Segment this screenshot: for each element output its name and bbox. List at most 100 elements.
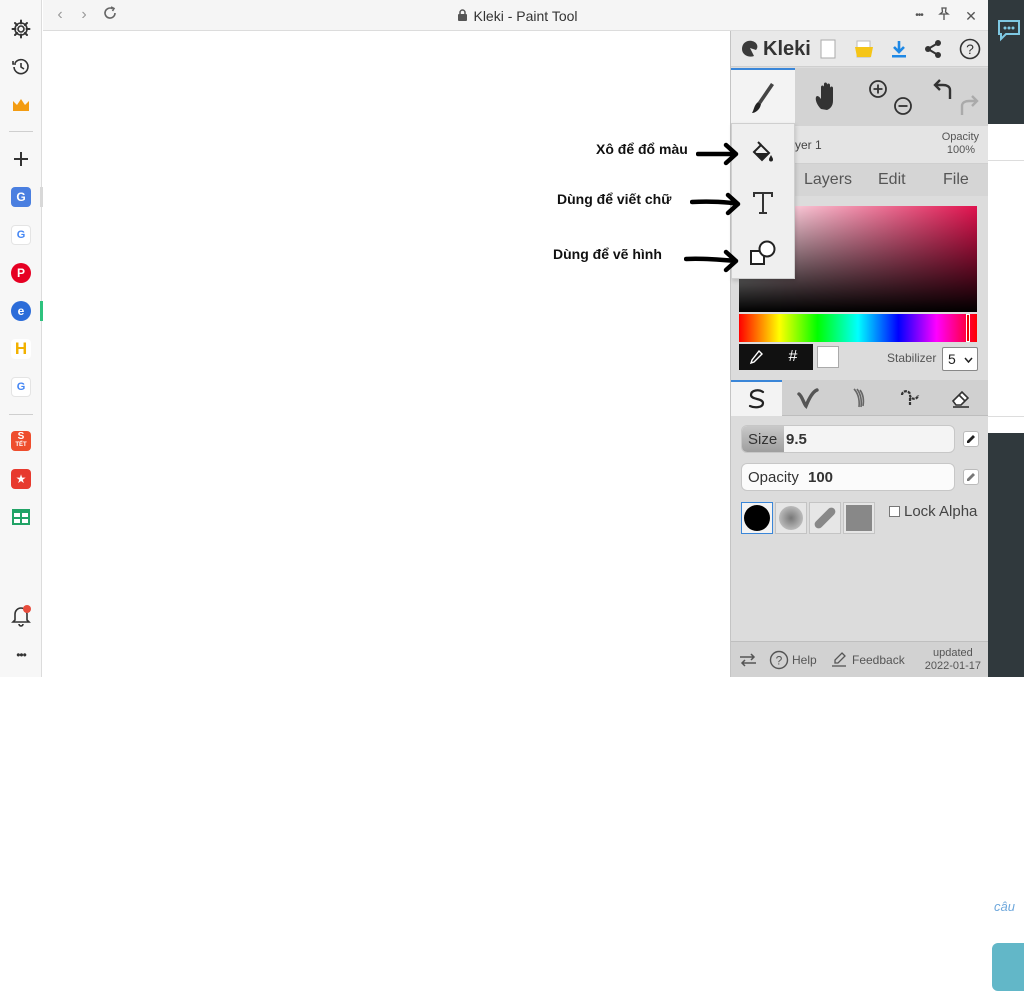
brush-type-tabs	[731, 380, 989, 416]
pen-brush-tab[interactable]	[731, 380, 782, 416]
pixel-brush-tab[interactable]	[884, 380, 935, 416]
sidebar-favicon-google-2[interactable]: G	[9, 375, 33, 399]
sidebar-favicon-google-translate[interactable]: G	[9, 185, 33, 209]
sidebar-favicon-shopee-tet[interactable]: S TẾT	[9, 429, 33, 453]
notifications-bell-icon[interactable]	[9, 604, 33, 628]
lock-icon	[458, 9, 468, 21]
paint-bucket-icon	[752, 141, 773, 162]
secondary-color-swatch[interactable]	[817, 346, 839, 368]
brush-shape-soft[interactable]	[775, 502, 807, 534]
sidebar-favicon-coc-coc[interactable]: e	[9, 299, 33, 323]
soft-shape-icon	[779, 506, 803, 530]
crown-icon[interactable]	[9, 93, 33, 117]
background-button[interactable]	[992, 943, 1024, 991]
tab-file[interactable]: File	[943, 171, 969, 189]
annotation-arrow-text	[690, 192, 741, 216]
shopee-tet-icon: S TẾT	[11, 431, 31, 451]
browser-sidebar: G G P e H G S TẾT ★ •••	[0, 0, 43, 677]
hue-slider[interactable]	[739, 314, 977, 342]
annotation-arrow-fill	[696, 142, 739, 166]
download-icon[interactable]	[886, 36, 912, 62]
pen-brush-icon	[748, 389, 764, 409]
square-shape-icon	[846, 505, 872, 531]
annotation-text: Dùng để viết chữ	[557, 191, 672, 207]
brush-size-value: 9.5	[786, 431, 807, 448]
sketchy-brush-tab[interactable]	[833, 380, 884, 416]
page-title-text: Kleki - Paint Tool	[473, 7, 578, 24]
new-image-icon[interactable]	[815, 36, 841, 62]
close-icon[interactable]: ✕	[961, 6, 981, 26]
sidebar-favicon-h-app[interactable]: H	[9, 337, 33, 361]
zoom-out-icon[interactable]	[894, 97, 912, 115]
feedback-icon	[832, 652, 846, 667]
opacity-pressure-toggle[interactable]	[963, 469, 979, 485]
tab-edit[interactable]: Edit	[878, 171, 906, 189]
hand-icon	[815, 82, 833, 110]
shopee-sale-icon: ★	[11, 469, 31, 489]
shopee-sub: TẾT	[15, 442, 27, 448]
help-circle-icon: ?	[769, 650, 789, 670]
add-icon[interactable]	[9, 147, 33, 171]
help-icon[interactable]: ?	[957, 36, 983, 62]
eraser-tab[interactable]	[935, 380, 986, 416]
brush-opacity-slider[interactable]: Opacity 100	[741, 463, 955, 491]
google-icon: G	[11, 377, 31, 397]
sidebar-favicon-google[interactable]: G	[9, 223, 33, 247]
lock-alpha-label: Lock Alpha	[904, 503, 978, 520]
svg-text:?: ?	[966, 41, 974, 57]
swap-side-icon[interactable]	[739, 642, 757, 678]
open-image-icon[interactable]	[851, 36, 877, 62]
share-icon[interactable]	[920, 36, 946, 62]
history-icon[interactable]	[9, 55, 33, 79]
kleki-logo: Kleki	[739, 36, 811, 62]
chat-icon[interactable]	[996, 18, 1022, 42]
sidebar-favicon-shopee-sale[interactable]: ★	[9, 467, 33, 491]
tab-layers[interactable]: Layers	[804, 171, 852, 189]
pencil-icon	[967, 435, 975, 443]
shape-icon	[750, 240, 776, 265]
stabilizer-label: Stabilizer	[887, 351, 937, 365]
lock-alpha-checkbox[interactable]: Lock Alpha	[889, 503, 977, 520]
sidebar-favicon-sheets[interactable]	[9, 505, 33, 529]
brush-icon	[752, 83, 774, 113]
coc-coc-icon: e	[11, 301, 31, 321]
zoom-in-icon[interactable]	[869, 80, 887, 98]
background-divider	[988, 160, 1024, 161]
kleki-logo-icon	[742, 40, 758, 57]
feedback-link[interactable]: Feedback	[831, 642, 905, 678]
stabilizer-value: 5	[948, 351, 956, 367]
undo-icon[interactable]	[933, 79, 952, 99]
text-icon	[753, 192, 773, 214]
zoom-buttons	[865, 68, 917, 126]
redo-icon[interactable]	[960, 95, 979, 115]
browser-menu-icon[interactable]: •••	[909, 6, 929, 26]
brush-tool-button[interactable]	[731, 68, 795, 126]
brush-opacity-value: 100	[808, 469, 834, 486]
brush-size-slider[interactable]: Size 9.5	[741, 425, 955, 453]
chevron-down-icon	[964, 357, 973, 363]
brush-shape-square[interactable]	[843, 502, 875, 534]
hex-input-button[interactable]: #	[773, 344, 813, 370]
blend-brush-tab[interactable]	[782, 380, 833, 416]
sidebar-favicon-pinterest[interactable]: P	[9, 261, 33, 285]
shopee-glyph: S	[17, 431, 25, 442]
stabilizer-select[interactable]: 5	[942, 347, 978, 371]
brush-shape-chisel[interactable]	[809, 502, 841, 534]
size-pressure-toggle[interactable]	[963, 431, 979, 447]
kleki-header: Kleki ?	[731, 31, 989, 67]
updated-label: updated	[932, 647, 973, 659]
settings-gear-icon[interactable]	[9, 17, 33, 41]
updated-date: 2022-01-17	[924, 660, 981, 672]
hand-tool-button[interactable]	[795, 68, 859, 126]
drawing-canvas[interactable]	[43, 31, 730, 677]
brush-shape-round[interactable]	[741, 502, 773, 534]
lock-alpha-box[interactable]	[889, 506, 900, 517]
pin-icon[interactable]	[934, 6, 954, 26]
sheets-icon	[12, 509, 30, 525]
hue-slider-handle[interactable]	[966, 314, 970, 342]
updated-info: updated 2022-01-17	[925, 642, 981, 678]
help-link[interactable]: ? Help	[769, 642, 817, 678]
sidebar-more-icon[interactable]: •••	[9, 643, 33, 667]
eyedropper-button[interactable]	[739, 344, 773, 370]
sidebar-divider	[9, 131, 33, 132]
